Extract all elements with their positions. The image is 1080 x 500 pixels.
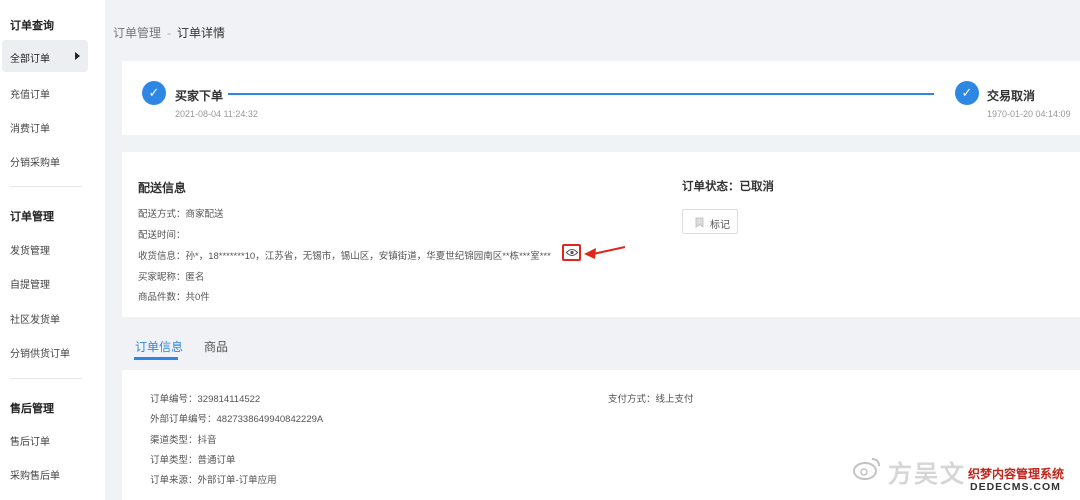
breadcrumb-current: 订单详情	[177, 26, 226, 40]
sidebar-item-community-shipping[interactable]: 社区发货单	[10, 311, 60, 326]
check-icon: ✓	[142, 81, 166, 105]
sidebar-group-order-management: 订单管理	[10, 211, 54, 223]
order-number: 订单编号：329814114522	[150, 394, 261, 405]
sidebar-group-order-query: 订单查询	[10, 20, 54, 32]
sidebar-item-distribution-supply[interactable]: 分销供货订单	[10, 345, 70, 360]
order-source: 订单来源：外部订单-订单应用	[150, 475, 277, 486]
delivery-info-card: 配送信息 配送方式：商家配送 配送时间： 收货信息：孙*，18*******10…	[122, 152, 1080, 317]
sidebar-item-shipping[interactable]: 发货管理	[10, 242, 50, 257]
tab-goods[interactable]: 商品	[204, 338, 228, 355]
delivery-title: 配送信息	[138, 181, 187, 195]
annotation-arrow-icon	[584, 246, 626, 259]
check-icon: ✓	[955, 81, 979, 105]
reveal-address-button[interactable]	[562, 244, 581, 261]
caret-right-icon	[75, 52, 80, 60]
sidebar-divider	[10, 186, 82, 187]
watermark-cms-url: DEDECMS.COM	[970, 481, 1061, 493]
bookmark-icon	[695, 217, 704, 228]
sidebar-item-pickup[interactable]: 自提管理	[10, 276, 50, 291]
sidebar: 订单查询 全部订单 充值订单 消费订单 分销采购单 订单管理 发货管理 自提管理…	[0, 0, 105, 500]
payment-method: 支付方式：线上支付	[608, 394, 694, 405]
sidebar-item-consumption-orders[interactable]: 消费订单	[10, 120, 50, 135]
mark-button[interactable]: 标记	[682, 209, 738, 234]
external-order-number: 外部订单编号：4827338649940842229A	[150, 414, 324, 425]
breadcrumb: 订单管理 - 订单详情	[113, 24, 225, 41]
receiver-info: 收货信息：孙*，18*******10，江苏省，无锡市，锡山区，安镇街道，华夏世…	[138, 251, 551, 262]
active-tab-indicator	[134, 357, 178, 360]
breadcrumb-separator: -	[167, 26, 172, 40]
order-progress-card: ✓ 买家下单 2021-08-04 11:24:32 ✓ 交易取消 1970-0…	[122, 61, 1080, 135]
order-type: 订单类型：普通订单	[150, 455, 236, 466]
sidebar-item-recharge-orders[interactable]: 充值订单	[10, 86, 50, 101]
channel-type: 渠道类型：抖音	[150, 435, 217, 446]
step-title: 交易取消	[987, 89, 1036, 103]
sidebar-item-label: 全部订单	[10, 54, 50, 65]
tab-order-info[interactable]: 订单信息	[135, 338, 183, 355]
sidebar-item-distribution-purchase[interactable]: 分销采购单	[10, 154, 60, 169]
step-time: 1970-01-20 04:14:09	[987, 109, 1071, 119]
delivery-method: 配送方式：商家配送	[138, 209, 224, 220]
sidebar-item-purchase-after-sales[interactable]: 采购售后单	[10, 467, 60, 482]
watermark-brand: 方吴文	[888, 461, 966, 488]
step-time: 2021-08-04 11:24:32	[175, 109, 258, 119]
buyer-nickname: 买家昵称：匿名	[138, 272, 205, 283]
breadcrumb-parent[interactable]: 订单管理	[113, 26, 161, 40]
progress-line	[228, 93, 934, 95]
delivery-time: 配送时间：	[138, 230, 186, 241]
sidebar-divider	[10, 378, 82, 379]
main-content: 订单管理 - 订单详情 ✓ 买家下单 2021-08-04 11:24:32 ✓ 交…	[105, 0, 1080, 500]
eye-icon	[566, 249, 578, 256]
sidebar-item-after-sales-orders[interactable]: 售后订单	[10, 433, 50, 448]
weibo-logo-icon	[853, 458, 880, 480]
mark-button-label: 标记	[710, 220, 730, 231]
item-count: 商品件数：共0件	[138, 292, 210, 303]
order-status: 订单状态：已取消	[682, 181, 774, 193]
step-title: 买家下单	[175, 89, 224, 103]
sidebar-group-after-sales: 售后管理	[10, 403, 54, 415]
sidebar-item-all-orders[interactable]: 全部订单	[2, 40, 88, 72]
watermark-cms-name: 织梦内容管理系统	[968, 465, 1065, 482]
